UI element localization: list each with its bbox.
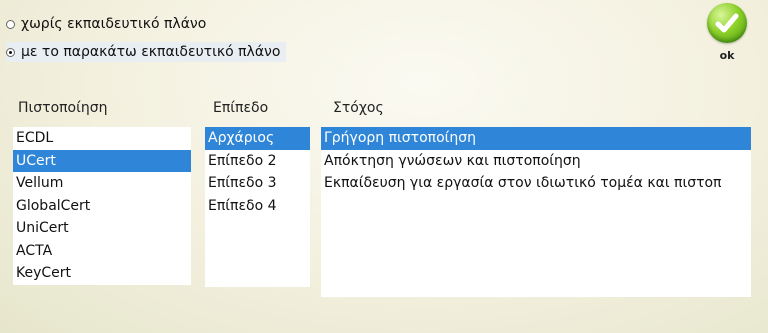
certification-header: Πιστοποίηση xyxy=(18,100,108,116)
certification-list[interactable]: ECDL UCert Vellum GlobalCert UniCert ACT… xyxy=(13,127,191,285)
list-item-selected[interactable]: UCert xyxy=(13,149,191,172)
ok-button[interactable]: ok xyxy=(704,3,750,67)
radio-no-training-plan[interactable]: χωρίς εκπαιδευτικό πλάνο xyxy=(6,14,206,34)
radio-button[interactable] xyxy=(6,19,15,29)
list-item-selected[interactable]: Γρήγορη πιστοποίηση xyxy=(321,127,751,150)
radio-with-training-plan[interactable]: με το παρακάτω εκπαιδευτικό πλάνο xyxy=(6,42,287,62)
radio-label: χωρίς εκπαιδευτικό πλάνο xyxy=(21,16,207,32)
level-header: Επίπεδο xyxy=(213,100,269,116)
list-item[interactable]: Επίπεδο 2 xyxy=(205,150,310,173)
list-item[interactable]: GlobalCert xyxy=(13,195,191,218)
checkmark-icon xyxy=(707,3,747,43)
goal-header: Στόχος xyxy=(333,100,384,116)
list-item[interactable]: ECDL xyxy=(13,127,191,150)
goal-list[interactable]: Γρήγορη πιστοποίηση Απόκτηση γνώσεων και… xyxy=(321,127,751,297)
list-item[interactable]: UniCert xyxy=(13,217,191,240)
list-item-selected[interactable]: Αρχάριος xyxy=(205,127,310,150)
list-item[interactable]: KeyCert xyxy=(13,262,191,285)
list-item[interactable]: ACTA xyxy=(13,240,191,263)
radio-label: με το παρακάτω εκπαιδευτικό πλάνο xyxy=(21,44,281,60)
list-item[interactable]: Εκπαίδευση για εργασία στον ιδιωτικό τομ… xyxy=(321,172,751,195)
ok-label: ok xyxy=(719,49,735,62)
list-item[interactable]: Επίπεδο 3 xyxy=(205,172,310,195)
radio-button[interactable] xyxy=(6,47,15,57)
list-item[interactable]: Vellum xyxy=(13,172,191,195)
level-list[interactable]: Αρχάριος Επίπεδο 2 Επίπεδο 3 Επίπεδο 4 xyxy=(205,127,310,287)
list-item[interactable]: Επίπεδο 4 xyxy=(205,195,310,218)
list-item[interactable]: Απόκτηση γνώσεων και πιστοποίηση xyxy=(321,150,751,173)
